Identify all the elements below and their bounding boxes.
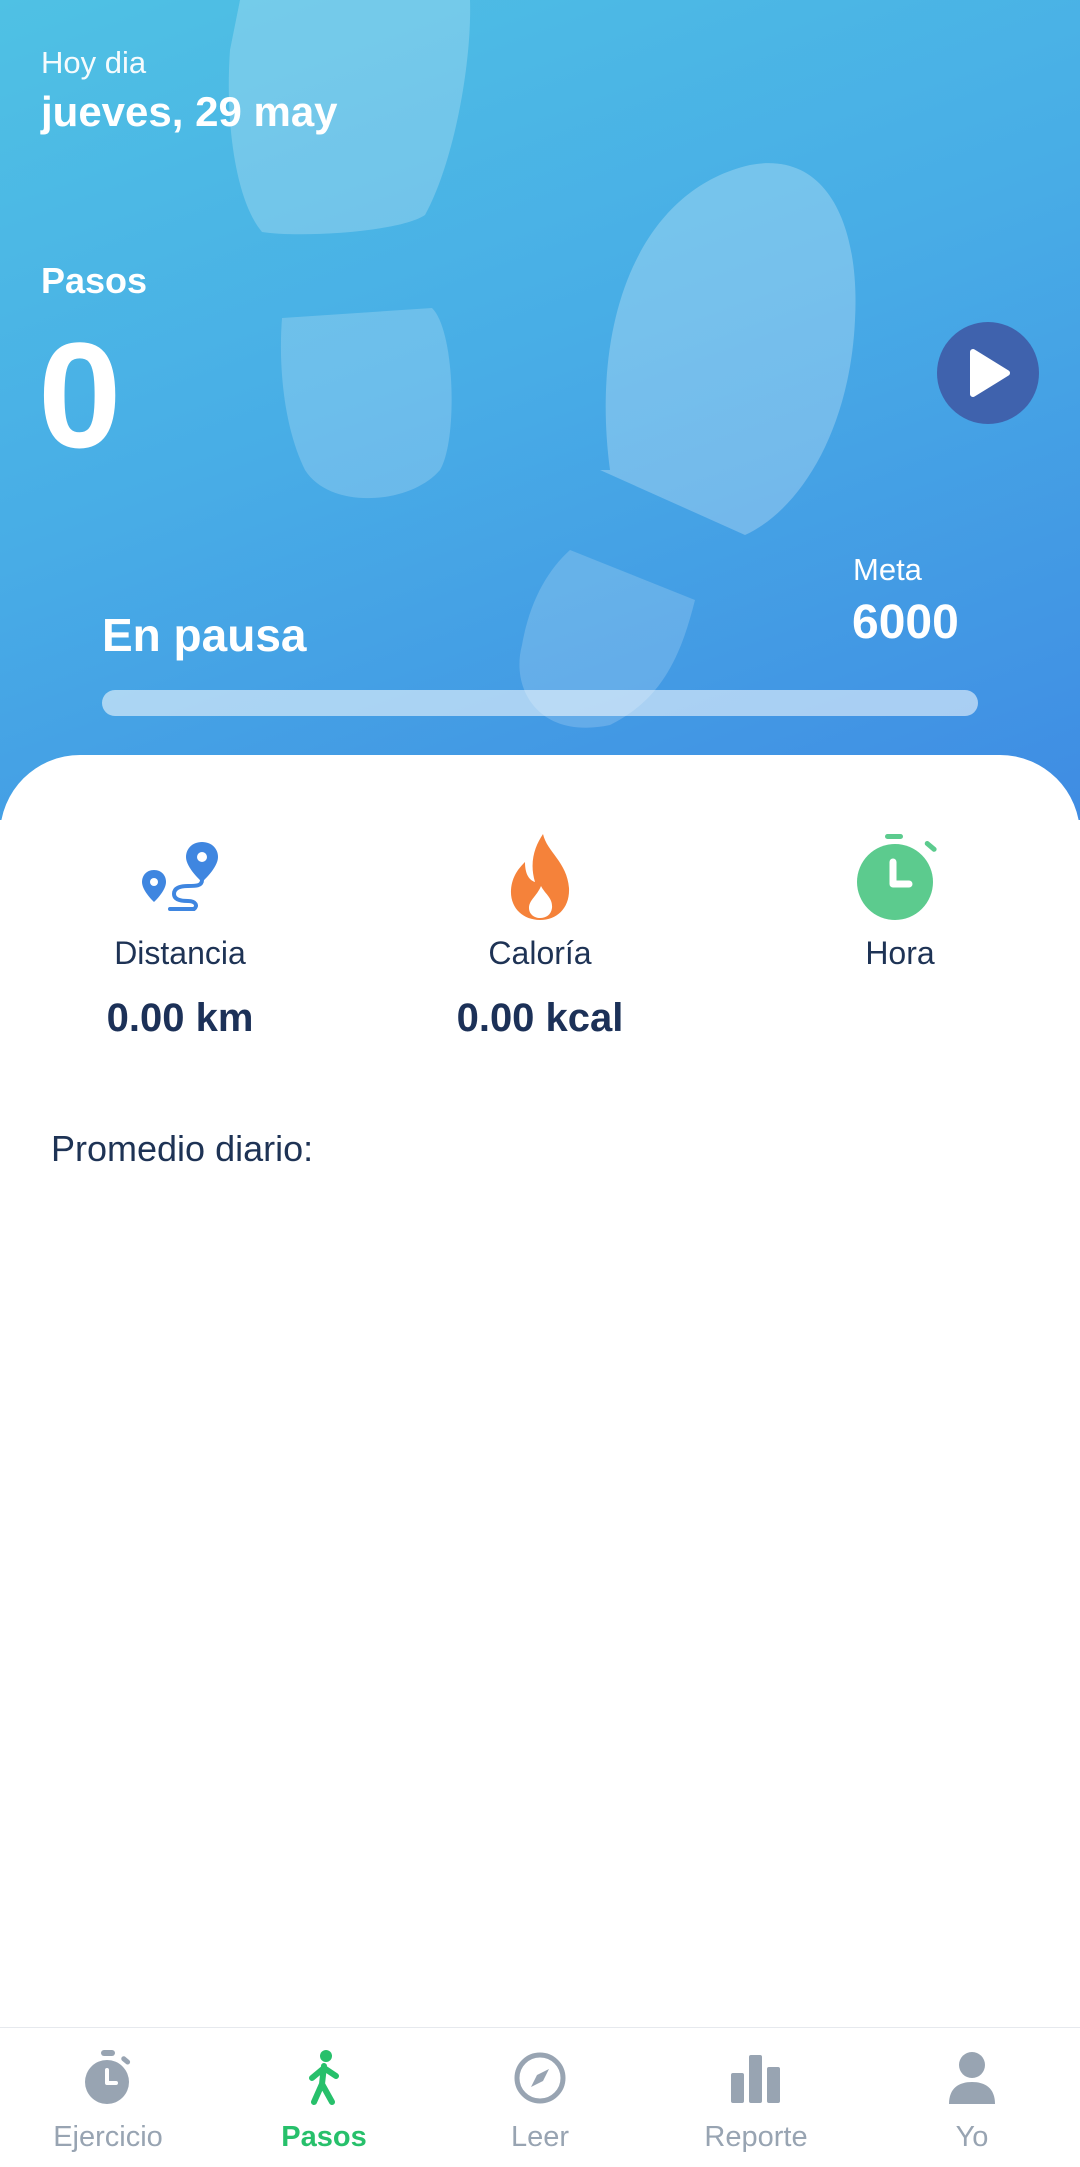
time-stat: Hora <box>750 832 1050 996</box>
nav-item-leer[interactable]: Leer <box>432 2028 648 2167</box>
nav-label-pasos: Pasos <box>281 2121 367 2153</box>
calories-label: Caloría <box>488 935 592 971</box>
steps-label: Pasos <box>41 260 148 301</box>
nav-item-ejercicio[interactable]: Ejercicio <box>0 2028 216 2167</box>
flame-icon <box>510 834 570 920</box>
distance-value: 0.00 km <box>106 996 254 1040</box>
stopwatch-icon <box>857 834 937 920</box>
walking-icon <box>309 2050 339 2105</box>
route-icon <box>142 842 218 911</box>
steps-progress-bar <box>102 690 978 716</box>
play-button[interactable] <box>937 322 1039 424</box>
steps-header: Hoy dia jueves, 29 may Pasos 0 Meta 6000… <box>0 0 1080 820</box>
time-label: Hora <box>865 935 935 971</box>
today-label: Hoy dia <box>41 45 147 80</box>
steps-count: 0 <box>38 311 122 479</box>
distance-stat: Distancia 0.00 km <box>30 832 330 1041</box>
nav-label-leer: Leer <box>510 2121 570 2153</box>
user-icon <box>949 2052 995 2104</box>
goal-value: 6000 <box>852 596 959 649</box>
bar-chart-icon <box>731 2055 780 2103</box>
bottom-navigation: Ejercicio Pasos Leer Reporte Yo <box>0 2027 1080 2167</box>
distance-label: Distancia <box>114 935 246 971</box>
tracking-status: En pausa <box>102 609 307 661</box>
nav-item-pasos[interactable]: Pasos <box>216 2028 432 2167</box>
current-date: jueves, 29 may <box>41 88 338 135</box>
nav-label-ejercicio: Ejercicio <box>53 2121 163 2153</box>
compass-icon <box>514 2052 566 2104</box>
daily-average-label: Promedio diario: <box>51 1128 314 1169</box>
nav-item-reporte[interactable]: Reporte <box>648 2028 864 2167</box>
stopwatch-icon <box>85 2050 131 2104</box>
calories-stat: Caloría 0.00 kcal <box>390 832 690 1041</box>
calories-value: 0.00 kcal <box>456 996 624 1040</box>
nav-item-yo[interactable]: Yo <box>864 2028 1080 2167</box>
play-icon <box>970 349 1010 397</box>
nav-label-reporte: Reporte <box>704 2121 808 2153</box>
goal-label: Meta <box>853 552 922 587</box>
nav-label-yo: Yo <box>955 2121 989 2153</box>
